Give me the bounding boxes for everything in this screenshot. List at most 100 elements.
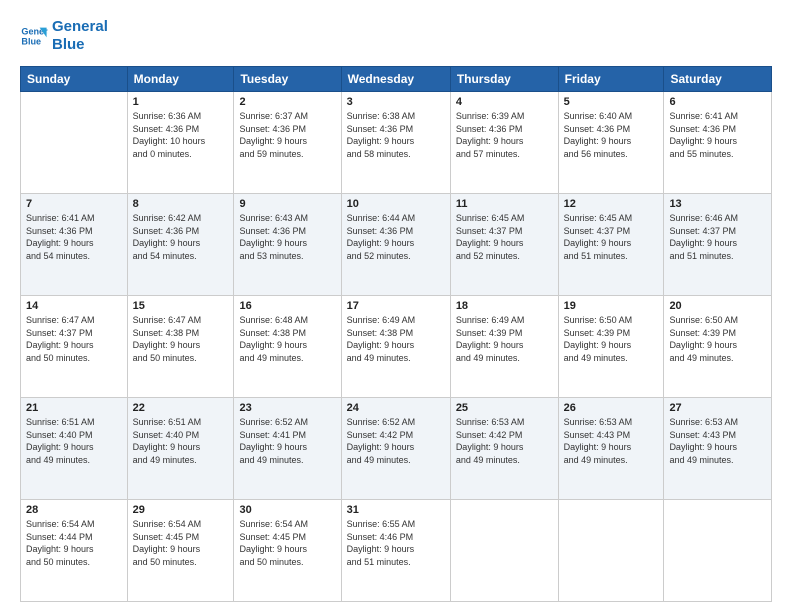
calendar-cell: 1Sunrise: 6:36 AM Sunset: 4:36 PM Daylig… xyxy=(127,92,234,194)
day-info: Sunrise: 6:53 AM Sunset: 4:43 PM Dayligh… xyxy=(669,416,766,466)
calendar-cell: 17Sunrise: 6:49 AM Sunset: 4:38 PM Dayli… xyxy=(341,296,450,398)
day-info: Sunrise: 6:55 AM Sunset: 4:46 PM Dayligh… xyxy=(347,518,445,568)
day-number: 18 xyxy=(456,300,553,312)
day-number: 10 xyxy=(347,198,445,210)
day-info: Sunrise: 6:45 AM Sunset: 4:37 PM Dayligh… xyxy=(564,212,659,262)
col-header-saturday: Saturday xyxy=(664,67,772,92)
calendar-week-4: 21Sunrise: 6:51 AM Sunset: 4:40 PM Dayli… xyxy=(21,398,772,500)
day-number: 5 xyxy=(564,96,659,108)
day-number: 24 xyxy=(347,402,445,414)
col-header-tuesday: Tuesday xyxy=(234,67,341,92)
day-info: Sunrise: 6:39 AM Sunset: 4:36 PM Dayligh… xyxy=(456,110,553,160)
calendar-cell: 10 Sunrise: 6:44 AM Sunset: 4:36 PM Dayli… xyxy=(341,194,450,296)
day-number: 25 xyxy=(456,402,553,414)
day-number: 27 xyxy=(669,402,766,414)
col-header-monday: Monday xyxy=(127,67,234,92)
calendar-cell: 2Sunrise: 6:37 AM Sunset: 4:36 PM Daylig… xyxy=(234,92,341,194)
calendar-cell: 15 Sunrise: 6:47 AM Sunset: 4:38 PM Dayli… xyxy=(127,296,234,398)
day-number: 26 xyxy=(564,402,659,414)
calendar-cell: 13Sunrise: 6:46 AM Sunset: 4:37 PM Dayli… xyxy=(664,194,772,296)
day-number: 31 xyxy=(347,504,445,516)
logo: General Blue GeneralBlue xyxy=(20,18,108,54)
day-number: 6 xyxy=(669,96,766,108)
page: General Blue GeneralBlue SundayMondayTue… xyxy=(0,0,792,612)
day-info: Sunrise: 6:51 AM Sunset: 4:40 PM Dayligh… xyxy=(26,416,122,466)
day-info: Sunrise: 6:52 AM Sunset: 4:42 PM Dayligh… xyxy=(347,416,445,466)
calendar-cell: 26 Sunrise: 6:53 AM Sunset: 4:43 PM Dayli… xyxy=(558,398,664,500)
calendar-week-2: 7Sunrise: 6:41 AM Sunset: 4:36 PM Daylig… xyxy=(21,194,772,296)
calendar-week-5: 28Sunrise: 6:54 AM Sunset: 4:44 PM Dayli… xyxy=(21,500,772,602)
day-number: 29 xyxy=(133,504,229,516)
calendar-cell: 29 Sunrise: 6:54 AM Sunset: 4:45 PM Dayli… xyxy=(127,500,234,602)
calendar-cell: 22 Sunrise: 6:51 AM Sunset: 4:40 PM Dayli… xyxy=(127,398,234,500)
day-number: 20 xyxy=(669,300,766,312)
calendar-cell: 11 Sunrise: 6:45 AM Sunset: 4:37 PM Dayli… xyxy=(450,194,558,296)
day-info: Sunrise: 6:41 AM Sunset: 4:36 PM Dayligh… xyxy=(669,110,766,160)
col-header-sunday: Sunday xyxy=(21,67,128,92)
calendar-cell: 28Sunrise: 6:54 AM Sunset: 4:44 PM Dayli… xyxy=(21,500,128,602)
day-number: 22 xyxy=(133,402,229,414)
calendar-cell: 16 Sunrise: 6:48 AM Sunset: 4:38 PM Dayli… xyxy=(234,296,341,398)
calendar-cell xyxy=(558,500,664,602)
col-header-wednesday: Wednesday xyxy=(341,67,450,92)
day-number: 28 xyxy=(26,504,122,516)
calendar-week-1: 1Sunrise: 6:36 AM Sunset: 4:36 PM Daylig… xyxy=(21,92,772,194)
calendar-table: SundayMondayTuesdayWednesdayThursdayFrid… xyxy=(20,66,772,602)
day-number: 3 xyxy=(347,96,445,108)
calendar-cell: 14 Sunrise: 6:47 AM Sunset: 4:37 PM Dayli… xyxy=(21,296,128,398)
day-info: Sunrise: 6:41 AM Sunset: 4:36 PM Dayligh… xyxy=(26,212,122,262)
calendar-header-row: SundayMondayTuesdayWednesdayThursdayFrid… xyxy=(21,67,772,92)
logo-text: GeneralBlue xyxy=(52,18,108,54)
calendar-cell: 23 Sunrise: 6:52 AM Sunset: 4:41 PM Dayli… xyxy=(234,398,341,500)
calendar-week-3: 14 Sunrise: 6:47 AM Sunset: 4:37 PM Dayli… xyxy=(21,296,772,398)
day-number: 1 xyxy=(133,96,229,108)
calendar-cell: 21Sunrise: 6:51 AM Sunset: 4:40 PM Dayli… xyxy=(21,398,128,500)
calendar-cell: 19 Sunrise: 6:50 AM Sunset: 4:39 PM Dayli… xyxy=(558,296,664,398)
calendar-cell xyxy=(664,500,772,602)
day-info: Sunrise: 6:52 AM Sunset: 4:41 PM Dayligh… xyxy=(239,416,335,466)
day-number: 17 xyxy=(347,300,445,312)
calendar-cell: 7Sunrise: 6:41 AM Sunset: 4:36 PM Daylig… xyxy=(21,194,128,296)
day-number: 14 xyxy=(26,300,122,312)
day-info: Sunrise: 6:42 AM Sunset: 4:36 PM Dayligh… xyxy=(133,212,229,262)
calendar-cell: 5 Sunrise: 6:40 AM Sunset: 4:36 PM Daylig… xyxy=(558,92,664,194)
day-number: 11 xyxy=(456,198,553,210)
day-info: Sunrise: 6:47 AM Sunset: 4:38 PM Dayligh… xyxy=(133,314,229,364)
day-info: Sunrise: 6:43 AM Sunset: 4:36 PM Dayligh… xyxy=(239,212,335,262)
day-number: 23 xyxy=(239,402,335,414)
day-number: 9 xyxy=(239,198,335,210)
day-info: Sunrise: 6:50 AM Sunset: 4:39 PM Dayligh… xyxy=(669,314,766,364)
day-info: Sunrise: 6:54 AM Sunset: 4:45 PM Dayligh… xyxy=(133,518,229,568)
day-info: Sunrise: 6:38 AM Sunset: 4:36 PM Dayligh… xyxy=(347,110,445,160)
calendar-cell: 8Sunrise: 6:42 AM Sunset: 4:36 PM Daylig… xyxy=(127,194,234,296)
svg-text:Blue: Blue xyxy=(21,36,41,46)
day-info: Sunrise: 6:50 AM Sunset: 4:39 PM Dayligh… xyxy=(564,314,659,364)
header: General Blue GeneralBlue xyxy=(20,18,772,54)
calendar-cell: 9 Sunrise: 6:43 AM Sunset: 4:36 PM Daylig… xyxy=(234,194,341,296)
day-info: Sunrise: 6:40 AM Sunset: 4:36 PM Dayligh… xyxy=(564,110,659,160)
calendar-cell: 27 Sunrise: 6:53 AM Sunset: 4:43 PM Dayli… xyxy=(664,398,772,500)
calendar-cell: 31 Sunrise: 6:55 AM Sunset: 4:46 PM Dayli… xyxy=(341,500,450,602)
day-number: 4 xyxy=(456,96,553,108)
calendar-cell: 25Sunrise: 6:53 AM Sunset: 4:42 PM Dayli… xyxy=(450,398,558,500)
calendar-cell xyxy=(21,92,128,194)
day-info: Sunrise: 6:45 AM Sunset: 4:37 PM Dayligh… xyxy=(456,212,553,262)
calendar-cell: 4 Sunrise: 6:39 AM Sunset: 4:36 PM Daylig… xyxy=(450,92,558,194)
day-number: 16 xyxy=(239,300,335,312)
day-info: Sunrise: 6:46 AM Sunset: 4:37 PM Dayligh… xyxy=(669,212,766,262)
day-info: Sunrise: 6:44 AM Sunset: 4:36 PM Dayligh… xyxy=(347,212,445,262)
day-info: Sunrise: 6:54 AM Sunset: 4:45 PM Dayligh… xyxy=(239,518,335,568)
day-number: 15 xyxy=(133,300,229,312)
day-info: Sunrise: 6:53 AM Sunset: 4:43 PM Dayligh… xyxy=(564,416,659,466)
day-info: Sunrise: 6:37 AM Sunset: 4:36 PM Dayligh… xyxy=(239,110,335,160)
day-info: Sunrise: 6:47 AM Sunset: 4:37 PM Dayligh… xyxy=(26,314,122,364)
calendar-cell: 3 Sunrise: 6:38 AM Sunset: 4:36 PM Daylig… xyxy=(341,92,450,194)
day-number: 12 xyxy=(564,198,659,210)
col-header-thursday: Thursday xyxy=(450,67,558,92)
day-info: Sunrise: 6:51 AM Sunset: 4:40 PM Dayligh… xyxy=(133,416,229,466)
day-info: Sunrise: 6:48 AM Sunset: 4:38 PM Dayligh… xyxy=(239,314,335,364)
day-number: 19 xyxy=(564,300,659,312)
logo-icon: General Blue xyxy=(20,22,48,50)
calendar-cell: 12 Sunrise: 6:45 AM Sunset: 4:37 PM Dayli… xyxy=(558,194,664,296)
calendar-cell: 24 Sunrise: 6:52 AM Sunset: 4:42 PM Dayli… xyxy=(341,398,450,500)
